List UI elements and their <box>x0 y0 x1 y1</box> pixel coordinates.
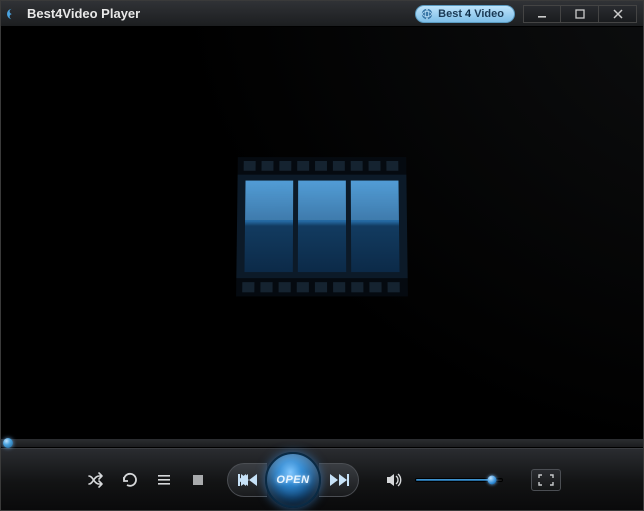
transport-cluster: OPEN <box>227 452 359 508</box>
right-controls <box>381 467 503 493</box>
left-controls <box>83 467 211 493</box>
player-window: Best4Video Player Best 4 Video <box>0 0 644 511</box>
repeat-icon <box>121 471 139 489</box>
volume-thumb[interactable] <box>487 475 496 484</box>
badge-accent: 4 <box>465 8 471 20</box>
logo-icon <box>7 7 21 21</box>
maximize-button[interactable] <box>561 5 599 23</box>
open-label: OPEN <box>276 474 309 486</box>
repeat-button[interactable] <box>117 467 143 493</box>
volume-icon <box>385 471 403 489</box>
close-icon <box>613 9 623 19</box>
controls-bar: OPEN <box>1 448 643 510</box>
brand-badge[interactable]: Best 4 Video <box>415 5 515 23</box>
prev-icon <box>237 472 259 488</box>
titlebar[interactable]: Best4Video Player Best 4 Video <box>1 1 643 27</box>
volume-slider[interactable] <box>415 478 503 482</box>
seek-thumb[interactable] <box>3 438 13 448</box>
minimize-button[interactable] <box>523 5 561 23</box>
volume-fill <box>416 479 492 481</box>
playlist-button[interactable] <box>151 467 177 493</box>
window-buttons <box>523 5 637 23</box>
minimize-icon <box>537 9 547 19</box>
shuffle-icon <box>87 471 105 489</box>
fullscreen-icon <box>538 474 554 486</box>
globe-icon <box>420 7 434 21</box>
next-icon <box>328 472 350 488</box>
stop-icon <box>189 471 207 489</box>
shuffle-button[interactable] <box>83 467 109 493</box>
filmstrip-placeholder <box>236 157 408 296</box>
app-title: Best4Video Player <box>27 6 140 21</box>
close-button[interactable] <box>599 5 637 23</box>
maximize-icon <box>575 9 585 19</box>
open-button[interactable]: OPEN <box>265 452 321 508</box>
badge-prefix: Best <box>438 8 462 20</box>
video-area[interactable] <box>1 27 643 438</box>
playlist-icon <box>155 471 173 489</box>
badge-text: Best 4 Video <box>438 8 504 20</box>
badge-suffix: Video <box>474 8 504 20</box>
volume-button[interactable] <box>381 467 407 493</box>
fullscreen-button[interactable] <box>531 469 561 491</box>
seek-bar[interactable] <box>1 438 643 448</box>
stop-button[interactable] <box>185 467 211 493</box>
prev-button[interactable] <box>227 463 267 497</box>
next-button[interactable] <box>319 463 359 497</box>
